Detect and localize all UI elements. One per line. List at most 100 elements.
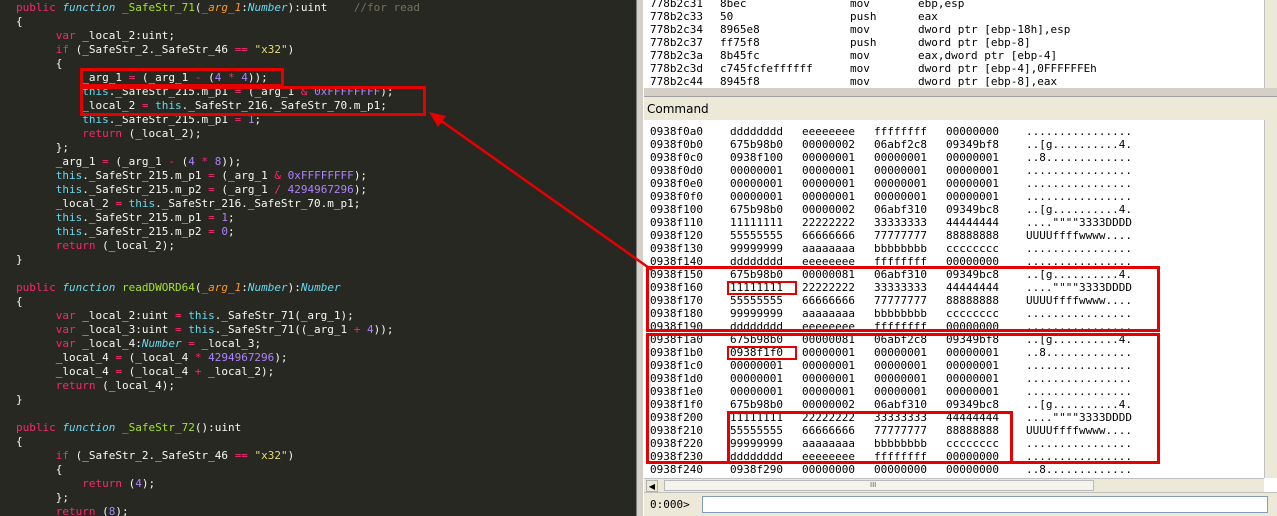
memory-dword: cccccccc xyxy=(946,242,999,255)
code-token: (_local_4 xyxy=(121,351,195,364)
code-token: ): xyxy=(287,281,301,294)
memory-row[interactable]: 0938f180 99999999 aaaaaaaa bbbbbbbb cccccccc… xyxy=(650,307,1250,320)
command-output[interactable]: 0938f0a0 dddddddd eeeeeeee ffffffff 00000000… xyxy=(644,120,1264,478)
disasm-row[interactable]: 778b2c3d c745fcfeffffff mov dword ptr [ebp-… xyxy=(650,62,1250,75)
code-token: == xyxy=(234,43,248,56)
memory-row[interactable]: 0938f1f0 675b98b0 00000002 06abf310 09349bc8… xyxy=(650,398,1250,411)
disassembly-window[interactable]: 778b2c31 8bec mov ebp,esp 778b2c33 50 push eax 7… xyxy=(644,0,1277,88)
code-editor[interactable]: public function _SafeStr_71(_arg_1:Numbe… xyxy=(0,0,636,516)
memory-row[interactable]: 0938f0d0 00000001 00000001 00000001 00000001… xyxy=(650,164,1250,177)
disasm-row[interactable]: 778b2c37 ff75f8 push dword ptr [ebp-8] xyxy=(650,36,1250,49)
code-token: { xyxy=(16,15,23,28)
code-token: ; xyxy=(227,225,235,238)
memory-dword: 00000001 xyxy=(874,177,927,190)
disasm-address: 778b2c3d xyxy=(650,62,703,75)
memory-row[interactable]: 0938f1b0 0938f1f0 00000001 00000001 00000001… xyxy=(650,346,1250,359)
code-token: _local_2 xyxy=(16,99,142,112)
code-token: (_arg_1 xyxy=(135,71,195,84)
code-token: Number xyxy=(300,281,341,294)
code-token: (_SafeStr_2._SafeStr_46 xyxy=(75,43,235,56)
code-token: public xyxy=(16,1,63,14)
code-token: readDWORD64 xyxy=(121,281,195,294)
code-token: this xyxy=(128,197,156,210)
memory-dword: 00000001 xyxy=(802,177,855,190)
code-line: return (_local_2); xyxy=(16,239,175,253)
code-token: ); xyxy=(353,169,368,182)
code-token: return xyxy=(55,379,103,392)
memory-row[interactable]: 0938f0e0 00000001 00000001 00000001 00000001… xyxy=(650,177,1250,190)
memory-row[interactable]: 0938f210 55555555 66666666 77777777 88888888… xyxy=(650,424,1250,437)
code-token: : xyxy=(241,1,248,14)
memory-row[interactable]: 0938f100 675b98b0 00000002 06abf310 09349bc8… xyxy=(650,203,1250,216)
memory-row[interactable]: 0938f230 dddddddd eeeeeeee ffffffff 00000000… xyxy=(650,450,1250,463)
window-separator[interactable] xyxy=(644,88,1277,96)
memory-dword: 00000000 xyxy=(946,255,999,268)
code-token: } xyxy=(16,253,23,266)
memory-row[interactable]: 0938f190 dddddddd eeeeeeee ffffffff 00000000… xyxy=(650,320,1250,333)
disasm-row[interactable]: 778b2c44 8945f8 mov dword ptr [ebp-8],eax xyxy=(650,75,1250,88)
code-line: } xyxy=(16,393,23,407)
disasm-opcode: 8bec xyxy=(720,0,747,10)
code-token: 0 xyxy=(221,225,228,238)
disasm-operands: dword ptr [ebp-18h],esp xyxy=(918,23,1071,36)
memory-ascii: ................ xyxy=(1026,385,1132,398)
memory-dword: 00000001 xyxy=(946,346,999,359)
memory-dword: 09349bf8 xyxy=(946,138,999,151)
code-token: }; xyxy=(16,141,69,154)
disasm-operands: dword ptr [ebp-8],eax xyxy=(918,75,1058,88)
memory-ascii: ................ xyxy=(1026,372,1132,385)
memory-row[interactable]: 0938f150 675b98b0 00000081 06abf310 09349bc8… xyxy=(650,268,1250,281)
memory-row[interactable]: 0938f110 11111111 22222222 33333333 44444444… xyxy=(650,216,1250,229)
code-token: "x32" xyxy=(247,43,288,56)
code-token: _local_2); xyxy=(201,365,275,378)
code-token: ; xyxy=(227,211,235,224)
memory-row[interactable]: 0938f170 55555555 66666666 77777777 88888888… xyxy=(650,294,1250,307)
code-line: this._SafeStr_215.m_p1 = (_arg_1 & 0xFFF… xyxy=(16,169,367,183)
memory-address: 0938f0b0 xyxy=(650,138,703,151)
memory-dword: 00000081 xyxy=(802,268,855,281)
memory-row[interactable]: 0938f0a0 dddddddd eeeeeeee ffffffff 00000000… xyxy=(650,125,1250,138)
command-output-horizontal-scrollbar[interactable]: ◀ III xyxy=(644,478,1264,492)
memory-dword: 88888888 xyxy=(946,294,999,307)
memory-dword: 77777777 xyxy=(874,294,927,307)
pane-splitter[interactable] xyxy=(636,0,644,516)
memory-dword: 0938f290 xyxy=(730,463,783,476)
memory-dword: 99999999 xyxy=(730,242,783,255)
memory-dword: bbbbbbbb xyxy=(874,437,927,450)
disasm-opcode: 8965e8 xyxy=(720,23,760,36)
memory-row[interactable]: 0938f120 55555555 66666666 77777777 88888888… xyxy=(650,229,1250,242)
memory-row[interactable]: 0938f200 11111111 22222222 33333333 44444444… xyxy=(650,411,1250,424)
command-output-vertical-scrollbar[interactable] xyxy=(1264,120,1277,478)
code-line: public function readDWORD64(_arg_1:Numbe… xyxy=(16,281,341,295)
memory-row[interactable]: 0938f0f0 00000001 00000001 00000001 00000001… xyxy=(650,190,1250,203)
memory-dword: dddddddd xyxy=(730,450,783,463)
memory-row[interactable]: 0938f1d0 00000001 00000001 00000001 00000001… xyxy=(650,372,1250,385)
disasm-row[interactable]: 778b2c34 8965e8 mov dword ptr [ebp-18h],esp xyxy=(650,23,1250,36)
disasm-row[interactable]: 778b2c3a 8b45fc mov eax,dword ptr [ebp-4] xyxy=(650,49,1250,62)
horizontal-scroll-thumb[interactable]: III xyxy=(664,480,1094,491)
memory-row[interactable]: 0938f1a0 675b98b0 00000081 06abf2c8 09349bf8… xyxy=(650,333,1250,346)
disassembly-scrollbar[interactable] xyxy=(1264,0,1277,88)
disasm-row[interactable]: 778b2c33 50 push eax xyxy=(650,10,1250,23)
memory-dword: 22222222 xyxy=(802,216,855,229)
memory-row[interactable]: 0938f220 99999999 aaaaaaaa bbbbbbbb cccccccc… xyxy=(650,437,1250,450)
memory-ascii: ..8............. xyxy=(1026,346,1132,359)
memory-row[interactable]: 0938f0c0 0938f100 00000001 00000001 00000001… xyxy=(650,151,1250,164)
memory-row[interactable]: 0938f140 dddddddd eeeeeeee ffffffff 00000000… xyxy=(650,255,1250,268)
code-token: 4294967296 xyxy=(287,183,354,196)
memory-dword: 675b98b0 xyxy=(730,333,783,346)
memory-address: 0938f1f0 xyxy=(650,398,703,411)
disasm-address: 778b2c31 xyxy=(650,0,703,10)
memory-row[interactable]: 0938f160 11111111 22222222 33333333 44444444… xyxy=(650,281,1250,294)
memory-row[interactable]: 0938f130 99999999 aaaaaaaa bbbbbbbb cccccccc… xyxy=(650,242,1250,255)
memory-row[interactable]: 0938f0b0 675b98b0 00000002 06abf2c8 09349bf8… xyxy=(650,138,1250,151)
disasm-row[interactable]: 778b2c31 8bec mov ebp,esp xyxy=(650,0,1250,10)
memory-row[interactable]: 0938f1c0 00000001 00000001 00000001 00000001… xyxy=(650,359,1250,372)
memory-row[interactable]: 0938f240 0938f290 00000000 00000000 00000000… xyxy=(650,463,1250,476)
memory-row[interactable]: 0938f1e0 00000001 00000001 00000001 00000001… xyxy=(650,385,1250,398)
command-input[interactable] xyxy=(702,496,1268,513)
memory-dword: 00000001 xyxy=(802,190,855,203)
scroll-left-icon[interactable]: ◀ xyxy=(646,480,658,492)
